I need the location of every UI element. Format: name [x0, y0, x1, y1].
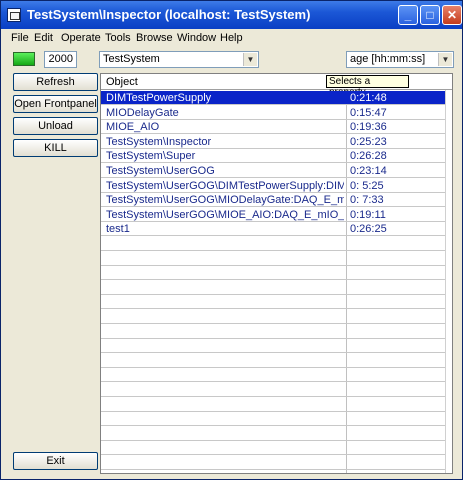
cell-object: TestSystem\UserGOG\MIODelayGate:DAQ_E_mI…: [106, 194, 344, 207]
maximize-button[interactable]: □: [420, 5, 440, 25]
cell-object: TestSystem\UserGOG\MIOE_AIO:DAQ_E_mIO_AI…: [106, 208, 344, 221]
cell-age: 0: 5:25: [350, 179, 384, 192]
empty-row: [101, 339, 452, 354]
empty-row: [101, 398, 452, 412]
empty-row: [101, 295, 452, 310]
open-frontpanel-button[interactable]: Open Frontpanel: [13, 95, 98, 113]
header-object: Object: [106, 76, 138, 88]
menu-help[interactable]: Help: [220, 32, 243, 44]
empty-row: [101, 441, 452, 456]
title-bar[interactable]: TestSystem\Inspector (localhost: TestSys…: [1, 1, 462, 29]
empty-row: [101, 281, 452, 295]
close-button[interactable]: ✕: [442, 5, 462, 25]
table-row[interactable]: test1 0:26:25: [101, 222, 452, 237]
cell-object: MIODelayGate: [106, 106, 179, 119]
table-row[interactable]: TestSystem\UserGOG\DIMTestPowerSupply:DI…: [101, 179, 452, 193]
table-row[interactable]: MIODelayGate 0:15:47: [101, 106, 452, 120]
refresh-interval-input[interactable]: 2000: [44, 51, 77, 68]
empty-row: [101, 237, 452, 251]
cell-object: DIMTestPowerSupply: [106, 92, 212, 104]
empty-row: [101, 354, 452, 368]
cell-age: 0:19:36: [350, 121, 387, 134]
chevron-down-icon[interactable]: ▼: [243, 53, 257, 66]
kill-button[interactable]: KILL: [13, 139, 98, 157]
cell-age: 0:25:23: [350, 135, 387, 148]
empty-row: [101, 383, 452, 397]
menu-browse[interactable]: Browse: [136, 32, 173, 44]
refresh-button[interactable]: Refresh: [13, 73, 98, 91]
cell-object: TestSystem\Super: [106, 150, 196, 163]
chevron-down-icon[interactable]: ▼: [438, 53, 452, 66]
system-select[interactable]: TestSystem ▼: [99, 51, 259, 68]
menu-edit[interactable]: Edit: [34, 32, 53, 44]
exit-button[interactable]: Exit: [13, 452, 98, 470]
property-select[interactable]: age [hh:mm:ss] ▼: [346, 51, 454, 68]
table-row[interactable]: TestSystem\Super 0:26:28: [101, 149, 452, 164]
app-icon: [7, 8, 21, 22]
empty-row: [101, 427, 452, 441]
table-row[interactable]: TestSystem\UserGOG\MIOE_AIO:DAQ_E_mIO_AI…: [101, 208, 452, 222]
menu-window[interactable]: Window: [177, 32, 216, 44]
cell-age: 0:26:28: [350, 150, 387, 163]
menu-file[interactable]: File: [11, 32, 29, 44]
empty-row: [101, 456, 452, 470]
menu-tools[interactable]: Tools: [105, 32, 131, 44]
empty-row: [101, 325, 452, 339]
cell-age: 0:26:25: [350, 223, 387, 236]
menu-bar: File Edit Operate Tools Browse Window He…: [5, 30, 458, 47]
empty-row: [101, 310, 452, 324]
cell-object: TestSystem\UserGOG\DIMTestPowerSupply:DI…: [106, 179, 344, 192]
cell-age: 0:21:48: [350, 92, 387, 104]
cell-age: 0:15:47: [350, 106, 387, 119]
cell-object: TestSystem\UserGOG: [106, 165, 215, 177]
empty-row: [101, 412, 452, 427]
minimize-button[interactable]: _: [398, 5, 418, 25]
unload-button[interactable]: Unload: [13, 117, 98, 135]
empty-row: [101, 266, 452, 281]
window-title: TestSystem\Inspector (localhost: TestSys…: [27, 7, 311, 22]
table-header: Object Selects a property: [101, 74, 452, 98]
table-row[interactable]: MIOE_AIO 0:19:36: [101, 120, 452, 135]
cell-object: test1: [106, 223, 130, 236]
inspector-window: TestSystem\Inspector (localhost: TestSys…: [0, 0, 463, 480]
object-table[interactable]: Object Selects a property DIMTestPowerSu…: [100, 73, 453, 474]
vertical-scrollbar[interactable]: [445, 90, 452, 473]
empty-row: [101, 252, 452, 266]
cell-age: 0: 7:33: [350, 194, 384, 207]
cell-object: MIOE_AIO: [106, 121, 160, 134]
empty-row: [101, 368, 452, 383]
table-row[interactable]: TestSystem\Inspector 0:25:23: [101, 135, 452, 149]
cell-age: 0:23:14: [350, 165, 387, 177]
system-select-value: TestSystem: [103, 53, 160, 65]
menu-operate[interactable]: Operate: [61, 32, 101, 44]
property-tooltip: Selects a property: [326, 75, 409, 98]
property-select-value: age [hh:mm:ss]: [350, 53, 426, 65]
cell-age: 0:19:11: [350, 208, 386, 221]
status-led-indicator: [13, 52, 35, 66]
table-row[interactable]: TestSystem\UserGOG\MIODelayGate:DAQ_E_mI…: [101, 193, 452, 208]
table-row[interactable]: TestSystem\UserGOG 0:23:14: [101, 164, 452, 178]
table-row[interactable]: DIMTestPowerSupply 0:21:48: [101, 91, 452, 105]
cell-object: TestSystem\Inspector: [106, 135, 212, 148]
